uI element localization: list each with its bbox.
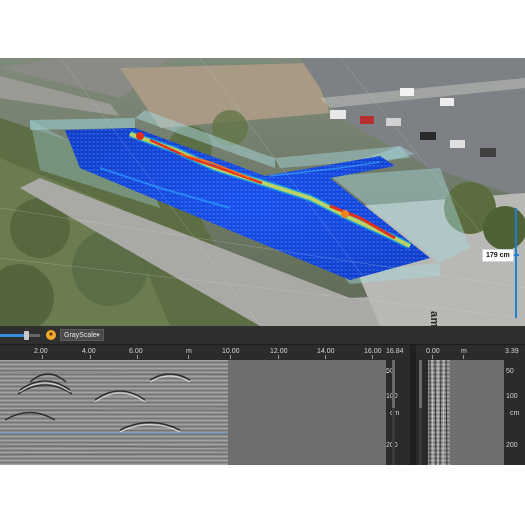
scale-tick-label: 16.00 [364, 348, 382, 355]
scale-tick-label: 6.00 [129, 348, 143, 355]
cross-section-image [428, 360, 450, 465]
chevron-down-icon: ▼ [95, 333, 101, 339]
opacity-slider-fill [0, 334, 26, 337]
scale-tick-label: 2.00 [34, 348, 48, 355]
section-scale-tick-label: 3.39 [505, 348, 519, 355]
radargram-profile[interactable] [0, 360, 228, 465]
scale-tick [230, 355, 231, 359]
section-scale-unit-label: m [461, 348, 467, 355]
radargram-image [0, 360, 228, 465]
scale-tick [325, 355, 326, 359]
colormap-select-value: GrayScale [64, 332, 97, 339]
scale-unit-label: m [186, 348, 192, 355]
gpr-viewer-app: ames Edison 179 cm ● GrayScale ▼ 2.00 4.… [0, 0, 525, 525]
profile-scroll-thumb[interactable] [392, 360, 395, 408]
section-scale-tick-label: 0.00 [426, 348, 440, 355]
scale-tick-label: 12.00 [270, 348, 288, 355]
cross-section-radargram[interactable] [428, 360, 450, 465]
scale-tick [188, 355, 189, 359]
street-name-label: ames Edison [428, 311, 440, 326]
scale-tick-label: 16.84 [386, 348, 404, 355]
section-scroll-thumb[interactable] [419, 360, 422, 408]
scale-tick [278, 355, 279, 359]
opacity-slider-handle[interactable] [24, 331, 29, 340]
profile-vertical-scrollbar[interactable] [392, 360, 395, 465]
palette-icon[interactable]: ● [46, 330, 56, 340]
section-scale-tick [463, 355, 464, 359]
scale-tick [372, 355, 373, 359]
3d-scene-viewport[interactable]: ames Edison 179 cm [0, 58, 525, 326]
depth-scale-bar[interactable] [515, 208, 517, 318]
depth-tick-label: 100 [506, 393, 518, 400]
scale-tick [42, 355, 43, 359]
opacity-slider[interactable] [0, 331, 40, 340]
section-depth-axis: 50 100 cm 200 [504, 360, 525, 465]
section-scale-tick [432, 355, 433, 359]
depth-tick-label: 200 [506, 442, 518, 449]
radargram-empty-area [228, 360, 386, 465]
depth-tick-label: 50 [506, 368, 514, 375]
profile-viewer-panel: ● GrayScale ▼ 2.00 4.00 6.00 m 10.00 12.… [0, 326, 525, 465]
cross-section-empty-area [450, 360, 504, 465]
colormap-select[interactable]: GrayScale ▼ [60, 329, 104, 341]
viewer-toolbar: ● GrayScale ▼ [0, 326, 525, 345]
distance-scale: 2.00 4.00 6.00 m 10.00 12.00 14.00 16.00… [0, 345, 525, 359]
section-vertical-scrollbar[interactable] [419, 360, 422, 465]
depth-readout: 179 cm [482, 249, 514, 262]
panel-splitter[interactable] [410, 345, 416, 465]
aerial-imagery [0, 58, 525, 326]
scale-tick-label: 4.00 [82, 348, 96, 355]
scale-tick [90, 355, 91, 359]
depth-unit-label: cm [510, 410, 520, 417]
scale-tick-label: 10.00 [222, 348, 240, 355]
scale-tick [137, 355, 138, 359]
scale-tick-label: 14.00 [317, 348, 335, 355]
